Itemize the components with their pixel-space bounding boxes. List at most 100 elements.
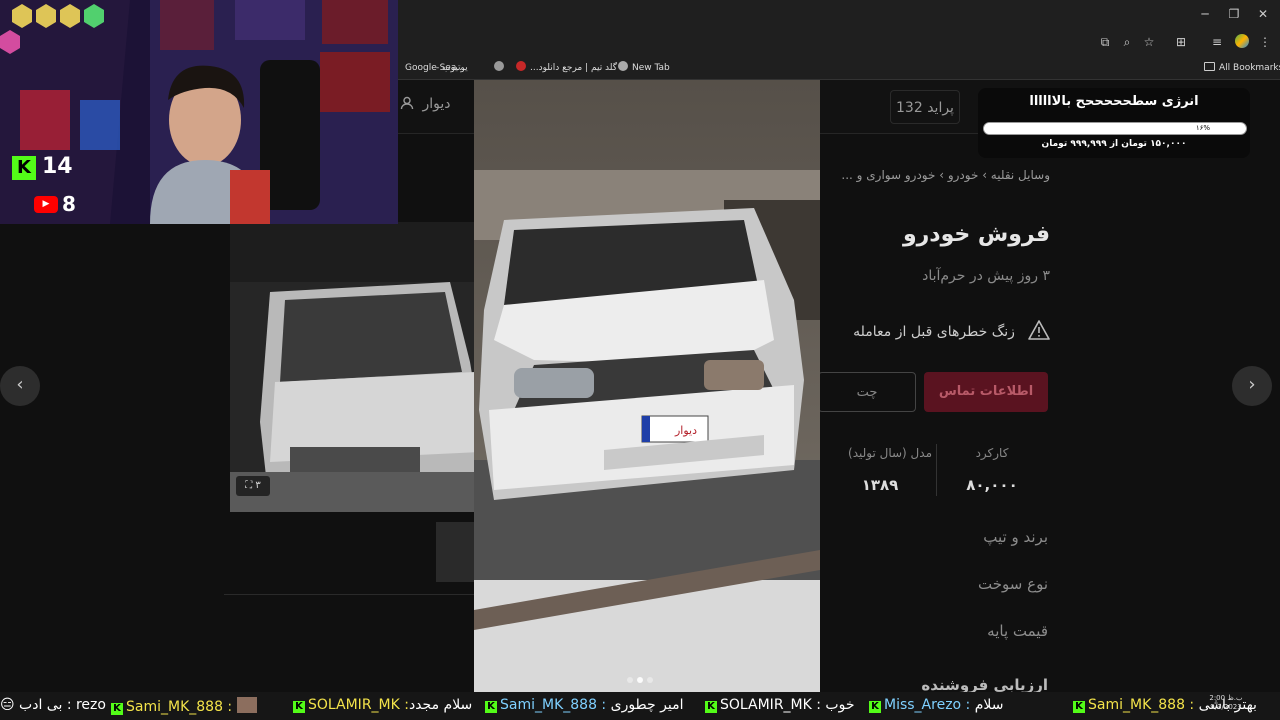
chat-ticker: rezo : بی ادب 😑 K Sami_MK_888 : K SOLAMIR_… bbox=[0, 692, 1280, 720]
bookmark-label: گلد تیم | مرجع دانلود... bbox=[530, 63, 618, 73]
chat-message-text: امیر چطوری bbox=[610, 697, 684, 713]
donation-progress-fill bbox=[984, 123, 1204, 134]
breadcrumb[interactable]: وسایل نقلیه › خودرو › خودرو سواری و ... bbox=[820, 168, 1050, 182]
streamer-webcam bbox=[0, 0, 398, 224]
donation-progress-percent: ۱۶% bbox=[1195, 124, 1211, 132]
kick-badge-icon: K bbox=[1073, 701, 1085, 713]
youtube-viewer-count: 8 bbox=[62, 192, 76, 216]
bookmark-globe[interactable] bbox=[494, 60, 508, 76]
chat-username: Miss_Arezo : bbox=[884, 697, 971, 713]
chat-message-text: خوب bbox=[825, 697, 855, 713]
gallery-thumbnail[interactable] bbox=[436, 522, 476, 582]
chat-username: Sami_MK_888 : bbox=[126, 699, 233, 715]
warning-icon bbox=[1028, 320, 1050, 340]
spec-divider bbox=[936, 444, 937, 496]
header-categories[interactable]: دیوار bbox=[400, 96, 450, 112]
gold-team-icon bbox=[516, 61, 526, 71]
row-fuel-type: نوع سوخت bbox=[978, 575, 1048, 593]
chat-username: Sami_MK_888 : bbox=[500, 697, 607, 713]
chat-username: SOLAMIR_MK : bbox=[308, 697, 409, 713]
chat-message-text: rezo : بی ادب 😑 bbox=[0, 697, 106, 713]
kick-badge-icon: K bbox=[293, 701, 305, 713]
spec-value-mileage: ۸۰,۰۰۰ bbox=[966, 476, 1018, 494]
avatar bbox=[236, 697, 257, 713]
header-search-text: پراید 132 bbox=[896, 100, 954, 116]
bookmark-new-tab[interactable]: New Tab bbox=[618, 60, 670, 76]
all-bookmarks-label: All Bookmarks bbox=[1219, 63, 1280, 73]
webcam-overlay: K 14 ▶ 8 bbox=[0, 0, 398, 224]
fullscreen-icon: ⛶ bbox=[245, 480, 253, 491]
plate-watermark: دیوار bbox=[674, 424, 697, 437]
all-bookmarks-button[interactable]: All Bookmarks bbox=[1204, 60, 1280, 76]
extensions-icon[interactable]: ⊞ bbox=[1172, 34, 1190, 50]
alert-link[interactable]: زنگ خطرهای قبل از معامله bbox=[820, 320, 1050, 346]
media-controls-icon[interactable]: ≡ bbox=[1208, 34, 1226, 50]
globe-icon bbox=[618, 61, 628, 71]
youtube-icon: ▶ bbox=[34, 196, 58, 213]
row-brand-type: برند و تیپ bbox=[983, 528, 1048, 546]
bookmark-label: New Tab bbox=[632, 63, 670, 73]
pagination-dot[interactable] bbox=[647, 677, 653, 683]
alert-text: زنگ خطرهای قبل از معامله bbox=[853, 324, 1015, 340]
kick-icon: K bbox=[12, 156, 36, 180]
kick-badge-icon: K bbox=[869, 701, 881, 713]
restore-button[interactable]: ❐ bbox=[1219, 4, 1249, 24]
prev-arrow-button[interactable]: ‹ bbox=[0, 366, 40, 406]
minimize-button[interactable]: ─ bbox=[1190, 4, 1220, 24]
contact-info-button[interactable]: اطلاعات تماس bbox=[924, 372, 1048, 412]
kick-badge-icon: K bbox=[705, 701, 717, 713]
header-search-button[interactable]: پراید 132 bbox=[890, 90, 960, 124]
bookmark-star-icon[interactable]: ☆ bbox=[1140, 34, 1158, 50]
clock-time: 2:00 ب.ظ bbox=[1209, 694, 1243, 702]
chat-username: SOLAMIR_MK : bbox=[720, 697, 821, 713]
donation-goal-title: انرژی سطحححححح بالاااااا bbox=[1029, 94, 1199, 109]
row-base-price: قیمت پایه bbox=[987, 622, 1048, 640]
chevron-left-icon: ‹ bbox=[16, 374, 24, 395]
close-button[interactable]: ✕ bbox=[1248, 4, 1278, 24]
chevron-right-icon: › bbox=[1248, 374, 1256, 395]
taskbar-clock: 2:00 ب.ظ 9/3/2023 bbox=[1206, 694, 1246, 712]
gallery-counter[interactable]: ⛶ ۳ bbox=[236, 476, 270, 496]
install-app-icon[interactable]: ⧉ bbox=[1096, 34, 1114, 50]
spec-label-model-year: مدل (سال تولید) bbox=[848, 446, 932, 460]
chat-message: K Miss_Arezo : سلام bbox=[866, 697, 1004, 713]
gallery-divider bbox=[224, 594, 474, 595]
chat-button[interactable]: چت bbox=[818, 372, 916, 412]
story-pagination bbox=[620, 668, 660, 683]
donation-amount: ۱۵۰,۰۰۰ تومان از ۹۹۹,۹۹۹ تومان bbox=[1041, 139, 1187, 149]
browser-menu-icon[interactable]: ⋮ bbox=[1256, 34, 1274, 50]
chat-message: K SOLAMIR_MK : خوب bbox=[702, 697, 855, 713]
chat-message: K SOLAMIR_MK :سلام مجدد bbox=[290, 697, 472, 713]
kick-badge-icon: K bbox=[485, 701, 497, 713]
bookmark-gold-team[interactable]: گلد تیم | مرجع دانلود... bbox=[516, 60, 617, 76]
profile-avatar[interactable] bbox=[1233, 34, 1251, 50]
kick-badge-icon: K bbox=[111, 703, 123, 715]
header-user-label: دیوار bbox=[422, 96, 451, 112]
spec-label-mileage: کارکرد bbox=[975, 446, 1009, 460]
ad-subtitle: ۳ روز پیش در حرم‌آباد bbox=[922, 268, 1050, 284]
pagination-dot[interactable] bbox=[627, 677, 633, 683]
clock-date: 9/3/2023 bbox=[1210, 703, 1242, 711]
chat-message: rezo : بی ادب 😑 bbox=[0, 697, 106, 713]
spec-value-model-year: ۱۳۸۹ bbox=[861, 476, 899, 494]
chat-message-text: سلام bbox=[974, 697, 1004, 713]
chat-message-text: سلام مجدد bbox=[408, 697, 473, 713]
next-arrow-button[interactable]: › bbox=[1232, 366, 1272, 406]
folder-icon bbox=[1204, 62, 1215, 71]
ad-title: فروش خودرو bbox=[902, 222, 1050, 247]
bookmark-youtube[interactable]: یوتیوب - bbox=[436, 60, 468, 76]
pagination-dot-active[interactable] bbox=[637, 677, 643, 683]
zoom-icon[interactable]: ⌕ bbox=[1118, 34, 1136, 50]
car-photo bbox=[230, 222, 480, 512]
gallery-counter-text: ۳ bbox=[255, 480, 261, 491]
kick-viewer-count: 14 bbox=[42, 154, 73, 179]
chat-message: K Sami_MK_888 : امیر چطوری bbox=[482, 697, 684, 713]
damaged-car-photo: دیوار bbox=[474, 80, 820, 692]
globe-icon bbox=[494, 61, 504, 71]
user-icon bbox=[400, 96, 414, 110]
bookmark-label: یوتیوب - bbox=[436, 63, 468, 73]
chat-message: K Sami_MK_888 : bbox=[108, 697, 257, 715]
story-image[interactable]: دیوار bbox=[474, 80, 820, 692]
chat-username: Sami_MK_888 : bbox=[1088, 697, 1195, 713]
gallery-main-image[interactable] bbox=[230, 222, 480, 512]
